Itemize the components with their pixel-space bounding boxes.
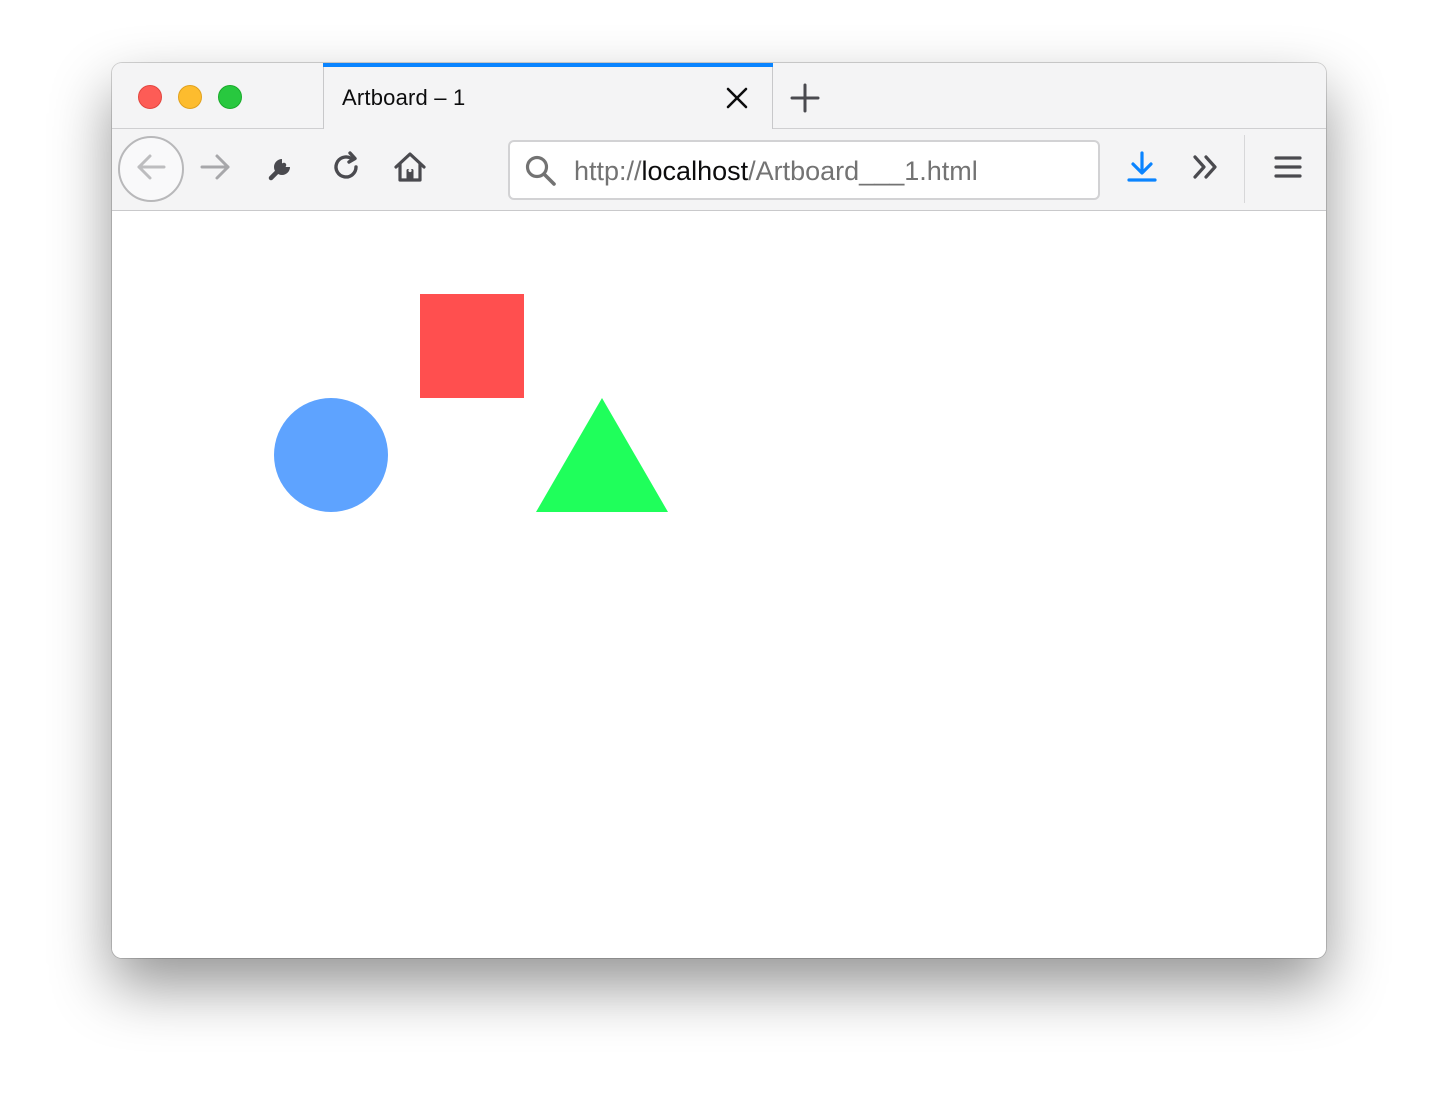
reload-button[interactable] [326,149,366,189]
application-menu-button[interactable] [1268,149,1308,189]
home-icon [393,150,427,189]
url-scheme: http:// [574,156,642,186]
plus-icon[interactable] [788,81,822,115]
toolbar-divider [1244,135,1245,203]
hamburger-menu-icon [1271,150,1305,189]
tab-title: Artboard – 1 [342,85,466,110]
forward-button[interactable] [196,149,236,189]
url-text[interactable]: http://localhost/Artboard___1.html [574,156,978,187]
tab-active-indicator [323,63,773,67]
blue-circle [274,398,388,512]
red-square [420,294,524,398]
window-close-button[interactable] [138,85,162,109]
url-host: localhost [641,156,749,186]
arrow-left-icon [133,149,169,190]
address-bar[interactable]: http://localhost/Artboard___1.html [508,140,1100,200]
back-button[interactable] [118,136,184,202]
reload-icon [329,150,363,189]
overflow-menu-button[interactable] [1186,149,1226,189]
arrow-right-icon [198,149,234,190]
tab-bar: Artboard – 1 [112,63,1326,130]
close-icon[interactable] [722,83,752,113]
tab-active[interactable]: Artboard – 1 [323,63,773,130]
window-minimize-button[interactable] [178,85,202,109]
navigation-toolbar: http://localhost/Artboard___1.html [112,129,1326,211]
developer-tools-button[interactable] [262,149,302,189]
download-icon [1125,150,1159,189]
green-triangle [536,398,668,512]
page-content [112,211,1326,958]
search-icon [524,154,558,188]
home-button[interactable] [390,149,430,189]
browser-window: Artboard – 1 http://localhost/Artboard__… [112,63,1326,958]
url-path: /Artboard___1.html [748,156,978,186]
double-chevron-right-icon [1189,150,1223,189]
wrench-icon [265,150,299,189]
window-zoom-button[interactable] [218,85,242,109]
downloads-button[interactable] [1122,149,1162,189]
